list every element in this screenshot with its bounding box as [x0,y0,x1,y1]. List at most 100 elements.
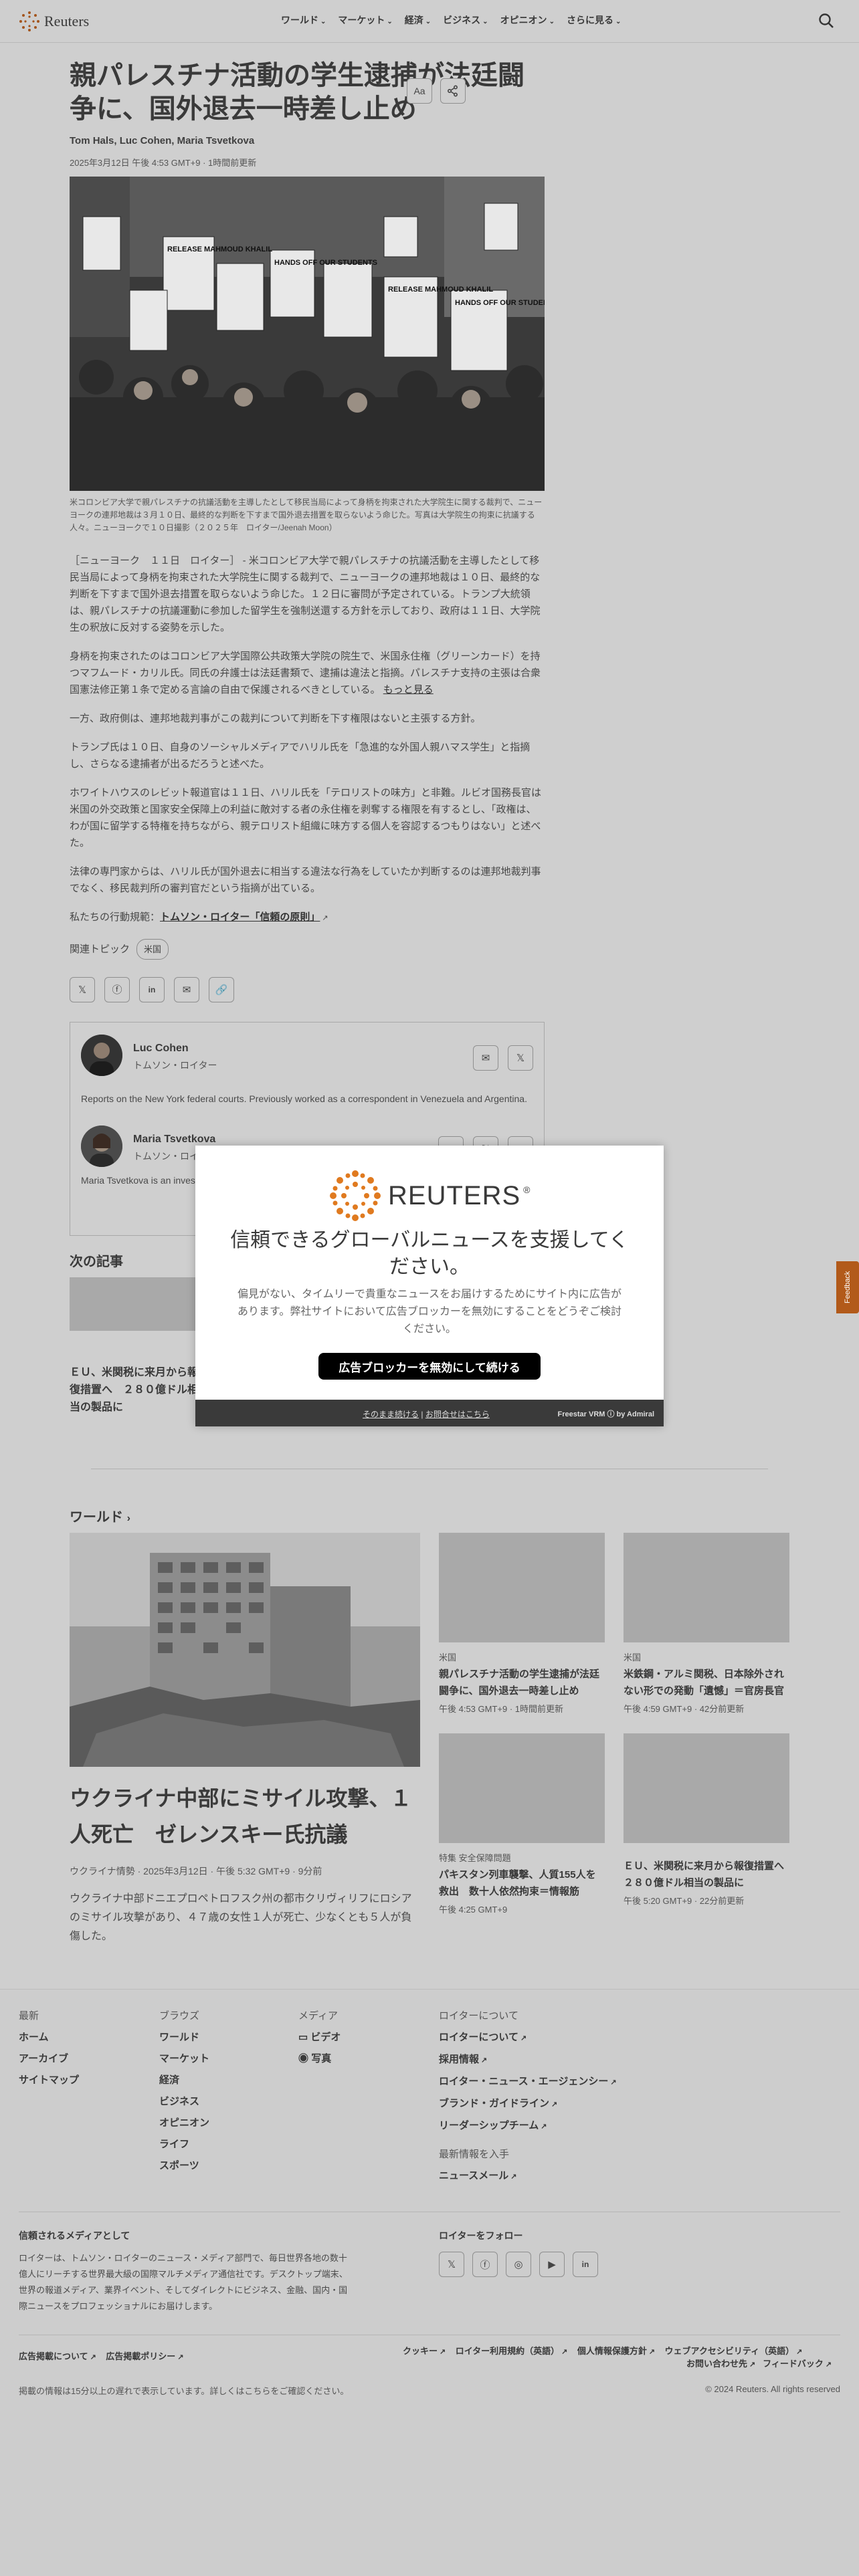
author-email-button[interactable]: ✉ [473,1045,498,1071]
nav-more[interactable]: さらに見る ⌄ [567,13,621,27]
legal-left: 広告掲載について ↗ 広告掲載ポリシー ↗ [19,2349,184,2362]
footer-link[interactable]: ワールド [159,2027,209,2048]
footer-link[interactable]: アーカイブ [19,2048,79,2070]
x-link[interactable]: 𝕏 [439,2252,464,2277]
facebook-share-button[interactable]: ⓕ [104,977,130,1002]
card-meta: 午後 4:53 GMT+9 · 1時間前更新 [439,1704,564,1714]
trust-principles-link[interactable]: トムソン・ロイター「信頼の原則」 [160,911,320,923]
nav-markets[interactable]: マーケット ⌄ [338,13,392,27]
read-more-link[interactable]: もっと見る [383,684,434,695]
legal-link[interactable]: お問い合わせ先 ↗ [686,2359,755,2369]
footer-link[interactable]: ビジネス [159,2091,209,2113]
footer-link[interactable]: オピニオン [159,2113,209,2134]
linkedin-icon: in [581,2260,589,2269]
share-button[interactable] [440,78,466,104]
article-tools: Aa [407,78,466,104]
article-authors[interactable]: Tom Hals, Luc Cohen, Maria Tsvetkova [70,135,545,146]
paragraph: 一方、政府側は、連邦地裁判事がこの裁判について判断を下す権限はないと主張する方針… [70,713,481,724]
legal-link[interactable]: 個人情報保護方針 ↗ [577,2346,655,2356]
nav-opinion[interactable]: オピニオン ⌄ [500,13,555,27]
paragraph: ［ニューヨーク １１日 ロイター］ - 米コロンビア大学で親パレスチナの抗議活動… [70,555,541,633]
trust-text: ロイターは、トムソン・ロイターのニュース・メディア部門で、毎日世界各地の数十億人… [19,2253,348,2311]
nav-business[interactable]: ビジネス ⌄ [443,13,488,27]
paragraph: 法律の専門家からは、ハリル氏が国外退去に相当する違法な行為をしていたか判断するの… [70,866,541,894]
legal-link[interactable]: 広告掲載について ↗ [19,2351,96,2361]
font-size-button[interactable]: Aa [407,78,432,104]
card-tag[interactable]: 米国 [624,1650,789,1663]
footer-link-video[interactable]: ▭ ビデオ [298,2027,341,2048]
card-tag[interactable]: 米国 [439,1650,605,1663]
footer-link[interactable]: サイトマップ [19,2070,79,2091]
footer-link[interactable]: ロイター・ニュース・エージェンシー ↗ [439,2071,617,2093]
feedback-tab[interactable]: Feedback [836,1261,859,1313]
facebook-link[interactable]: ⓕ [472,2252,498,2277]
footer-link[interactable]: ホーム [19,2027,79,2048]
card-image[interactable] [439,1533,605,1642]
footer-heading: 最新情報を入手 [439,2149,510,2160]
external-link-icon: ↗ [510,2173,517,2181]
card-title[interactable]: 親パレスチナ活動の学生逮捕が法廷闘争に、国外退去一時差し止め [439,1666,605,1699]
card-title[interactable]: 米鉄鋼・アルミ関税、日本除外されない形での発動「遺憾」＝官房長官 [624,1666,789,1699]
next-article-image[interactable] [70,1277,203,1331]
linkedin-link[interactable]: in [573,2252,598,2277]
legal-link[interactable]: ロイター利用規約（英語） ↗ [456,2346,568,2356]
footer-link[interactable]: スポーツ [159,2155,209,2177]
topic-pill[interactable]: 米国 [136,939,169,960]
youtube-link[interactable]: ▶ [539,2252,565,2277]
avatar[interactable] [81,1125,122,1167]
article-title: 親パレスチナ活動の学生逮捕が法廷闘争に、国外退去一時差し止め [70,61,524,124]
contact-link[interactable]: お問合せはこちら [425,1410,490,1419]
article-date: 2025年3月12日 午後 4:53 GMT+9 · 1時間前更新 [70,158,257,168]
legal-link[interactable]: クッキー ↗ [403,2346,446,2356]
footer-link[interactable]: 採用情報 ↗ [439,2049,617,2071]
footer-link[interactable]: 経済 [159,2070,209,2091]
legal-link[interactable]: ウェブアクセシビリティ（英語） ↗ [665,2346,803,2356]
world-main-image[interactable] [70,1533,420,1767]
facebook-icon: ⓕ [480,2259,490,2271]
footer-link[interactable]: リーダーシップチーム ↗ [439,2115,617,2137]
world-card[interactable]: 米国 米鉄鋼・アルミ関税、日本除外されない形での発動「遺憾」＝官房長官 午後 4… [624,1533,789,1715]
legal-link[interactable]: 広告掲載ポリシー ↗ [106,2351,183,2361]
card-image[interactable] [624,1733,789,1843]
disable-adblock-button[interactable]: 広告ブロッカーを無効にして続ける [318,1353,541,1380]
avatar[interactable] [81,1035,122,1076]
reuters-logo[interactable]: Reuters [19,11,89,32]
continue-link[interactable]: そのまま続ける [363,1410,419,1419]
linkedin-share-button[interactable]: in [139,977,165,1002]
related-topics: 関連トピック 米国 [70,939,545,960]
copy-link-button[interactable]: 🔗 [209,977,234,1002]
footer-link[interactable]: ブランド・ガイドライン ↗ [439,2093,617,2115]
footer-link[interactable]: マーケット [159,2048,209,2070]
world-card[interactable]: 米国 親パレスチナ活動の学生逮捕が法廷闘争に、国外退去一時差し止め 午後 4:5… [439,1533,605,1715]
paragraph: トランプ氏は１０日、自身のソーシャルメディアでハリル氏を「急進的な外国人親ハマス… [70,742,531,770]
x-icon: 𝕏 [516,1053,525,1064]
article-photo[interactable]: RELEASE MAHMOUD KHALIL HANDS OFF OUR STU… [70,177,545,491]
search-icon[interactable] [818,12,835,29]
world-main-title[interactable]: ウクライナ中部にミサイル攻撃、１人死亡 ゼレンスキー氏抗議 [70,1780,420,1852]
modal-logo: REUTERS ® [329,1170,530,1222]
legal-link[interactable]: フィードバック ↗ [763,2359,832,2369]
footer-link[interactable]: ニュースメール ↗ [439,2165,617,2187]
author-name[interactable]: Luc Cohen [133,1043,189,1055]
nav-world[interactable]: ワールド ⌄ [281,13,326,27]
card-image[interactable] [439,1733,605,1843]
footer-col-latest: 最新 ホーム アーカイブ サイトマップ [19,2006,79,2091]
instagram-link[interactable]: ◎ [506,2252,531,2277]
next-article-title[interactable]: ＥＵ、米関税に来月から報復措置へ ２８０億ドル相当の製品に [70,1364,203,1416]
author-name[interactable]: Maria Tsvetkova [133,1134,215,1146]
card-image[interactable] [624,1533,789,1642]
footer-link[interactable]: ライフ [159,2134,209,2155]
email-share-button[interactable]: ✉ [174,977,199,1002]
card-title[interactable]: パキスタン列車襲撃、人質155人を救出 数十人依然拘束＝情報筋 [439,1866,605,1900]
world-card[interactable]: 特集 安全保障問題 パキスタン列車襲撃、人質155人を救出 数十人依然拘束＝情報… [439,1733,605,1915]
reuters-logo-icon [19,11,39,31]
footer-link[interactable]: ロイターについて ↗ [439,2027,617,2049]
world-section-heading[interactable]: ワールド › [70,1506,130,1525]
author-x-button[interactable]: 𝕏 [508,1045,533,1071]
card-title[interactable]: ＥＵ、米関税に来月から報復措置へ ２８０億ドル相当の製品に [624,1858,794,1891]
card-tag[interactable]: 特集 安全保障問題 [439,1851,605,1864]
x-share-button[interactable]: 𝕏 [70,977,95,1002]
nav-economy[interactable]: 経済 ⌄ [405,13,431,27]
world-card[interactable]: ＥＵ、米関税に来月から報復措置へ ２８０億ドル相当の製品に 午後 5:20 GM… [624,1733,794,1907]
footer-link-photos[interactable]: ◉ 写真 [298,2048,341,2070]
